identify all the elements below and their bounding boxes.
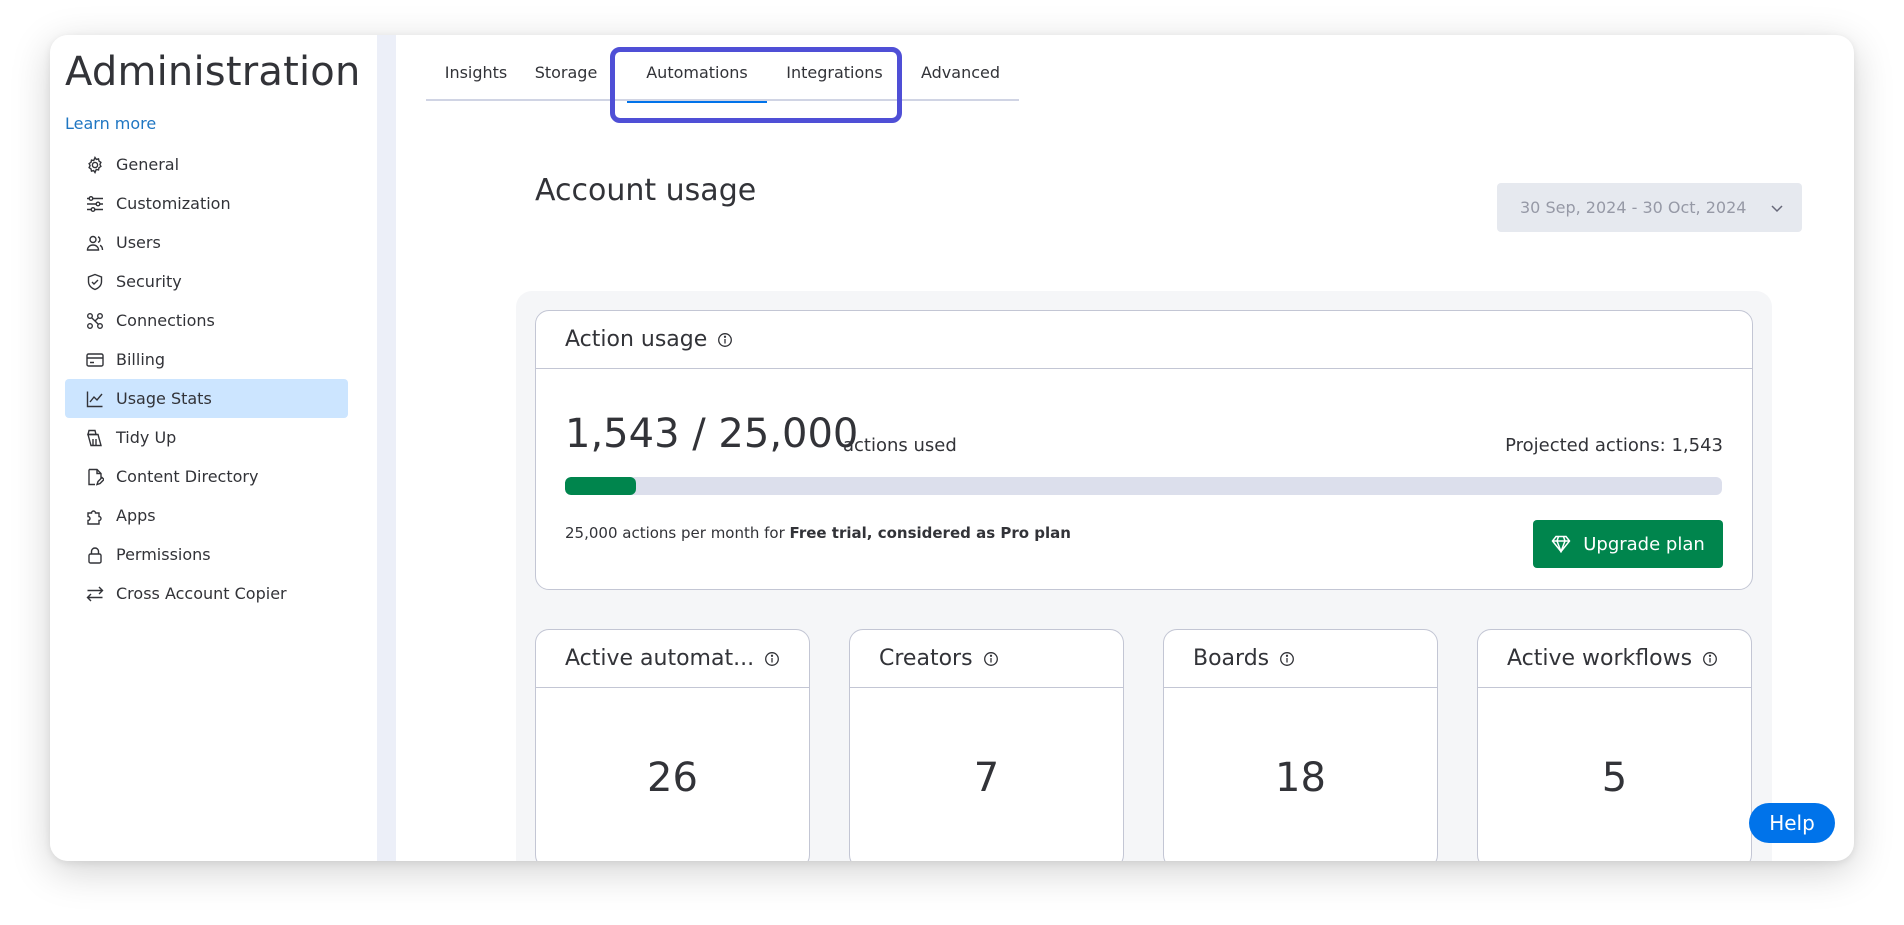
- sidebar-item-apps[interactable]: Apps: [65, 496, 348, 535]
- sidebar-item-label: Permissions: [116, 545, 211, 564]
- plan-name: Free trial, considered as Pro plan: [789, 524, 1071, 542]
- sidebar-item-permissions[interactable]: Permissions: [65, 535, 348, 574]
- card-title: Active automat...: [565, 646, 755, 671]
- shield-icon: [85, 272, 105, 292]
- gear-icon: [85, 155, 105, 175]
- sidebar-item-label: Tidy Up: [116, 428, 177, 447]
- app-window: Administration Learn more General Custom…: [50, 35, 1854, 861]
- puzzle-icon: [85, 506, 105, 526]
- sidebar-item-content-directory[interactable]: Content Directory: [65, 457, 348, 496]
- upgrade-plan-label: Upgrade plan: [1583, 533, 1705, 555]
- action-usage-card: Action usage 1,543 / 25,000 actions used…: [535, 310, 1753, 590]
- sidebar-item-label: General: [116, 155, 180, 174]
- sidebar-item-billing[interactable]: Billing: [65, 340, 348, 379]
- actions-used-value: 1,543 / 25,000: [565, 411, 859, 457]
- sidebar-title: Administration: [65, 49, 361, 95]
- card-header: Creators: [850, 630, 1123, 688]
- info-icon[interactable]: [983, 651, 999, 667]
- line-chart-icon: [85, 389, 105, 409]
- date-range-dropdown[interactable]: 30 Sep, 2024 - 30 Oct, 2024: [1497, 183, 1802, 232]
- sidebar-nav: General Customization Users Security Con…: [65, 145, 348, 613]
- card-header: Action usage: [536, 311, 1752, 369]
- sidebar-item-label: Security: [116, 272, 182, 291]
- card-title: Active workflows: [1507, 646, 1693, 671]
- sidebar-item-label: Connections: [116, 311, 215, 330]
- sidebar-item-label: Billing: [116, 350, 166, 369]
- learn-more-link[interactable]: Learn more: [65, 114, 156, 133]
- sliders-icon: [85, 194, 105, 214]
- stat-value: 7: [973, 755, 1000, 801]
- tab-insights[interactable]: Insights: [426, 63, 526, 99]
- card-header: Active workflows: [1478, 630, 1751, 688]
- actions-used-unit: actions used: [843, 435, 957, 456]
- help-button[interactable]: Help: [1749, 803, 1835, 843]
- stat-card-creators: Creators 7: [849, 629, 1124, 861]
- sidebar-item-cross-account-copier[interactable]: Cross Account Copier: [65, 574, 348, 613]
- card-header: Boards: [1164, 630, 1437, 688]
- sidebar-item-label: Customization: [116, 194, 231, 213]
- card-title: Creators: [879, 646, 973, 671]
- sidebar-item-usage-stats[interactable]: Usage Stats: [65, 379, 348, 418]
- main-content: Insights Storage Automations Integration…: [396, 35, 1854, 861]
- plan-description: 25,000 actions per month for Free trial,…: [565, 524, 1071, 542]
- upgrade-plan-button[interactable]: Upgrade plan: [1533, 520, 1723, 568]
- page-title: Account usage: [535, 173, 757, 208]
- card-title: Boards: [1193, 646, 1270, 671]
- plan-prefix: 25,000 actions per month for: [565, 524, 790, 542]
- sidebar-item-connections[interactable]: Connections: [65, 301, 348, 340]
- info-icon[interactable]: [764, 651, 780, 667]
- stat-value: 26: [647, 755, 698, 801]
- sidebar-item-tidy-up[interactable]: Tidy Up: [65, 418, 348, 457]
- connections-icon: [85, 311, 105, 331]
- info-icon[interactable]: [717, 332, 733, 348]
- users-icon: [85, 233, 105, 253]
- stat-value: 18: [1275, 755, 1326, 801]
- date-range-value: 30 Sep, 2024 - 30 Oct, 2024: [1520, 198, 1747, 217]
- tab-advanced[interactable]: Advanced: [902, 63, 1019, 99]
- usage-progress-fill: [565, 477, 637, 495]
- lock-icon: [85, 545, 105, 565]
- sidebar-item-label: Apps: [116, 506, 156, 525]
- diamond-icon: [1551, 535, 1571, 553]
- chevron-down-icon: [1770, 200, 1784, 219]
- stat-card-active-workflows: Active workflows 5: [1477, 629, 1752, 861]
- tab-highlight-box: [610, 47, 902, 123]
- tab-storage[interactable]: Storage: [526, 63, 606, 99]
- document-edit-icon: [85, 467, 105, 487]
- usage-progress-bar: [565, 477, 1722, 495]
- arrows-swap-icon: [85, 584, 105, 604]
- credit-card-icon: [85, 350, 105, 370]
- broom-icon: [85, 428, 105, 448]
- stat-card-active-automations: Active automat... 26: [535, 629, 810, 861]
- stat-card-boards: Boards 18: [1163, 629, 1438, 861]
- sidebar-item-general[interactable]: General: [65, 145, 348, 184]
- projected-actions: Projected actions: 1,543: [1505, 435, 1723, 456]
- sidebar: Administration Learn more General Custom…: [50, 35, 377, 861]
- sidebar-divider: [377, 35, 396, 861]
- sidebar-item-label: Cross Account Copier: [116, 584, 287, 603]
- info-icon[interactable]: [1279, 651, 1295, 667]
- sidebar-item-label: Users: [116, 233, 161, 252]
- sidebar-item-customization[interactable]: Customization: [65, 184, 348, 223]
- info-icon[interactable]: [1702, 651, 1718, 667]
- sidebar-item-security[interactable]: Security: [65, 262, 348, 301]
- sidebar-item-label: Usage Stats: [116, 389, 212, 408]
- sidebar-item-users[interactable]: Users: [65, 223, 348, 262]
- stat-value: 5: [1601, 755, 1628, 801]
- card-title: Action usage: [565, 327, 708, 352]
- card-header: Active automat...: [536, 630, 809, 688]
- sidebar-item-label: Content Directory: [116, 467, 259, 486]
